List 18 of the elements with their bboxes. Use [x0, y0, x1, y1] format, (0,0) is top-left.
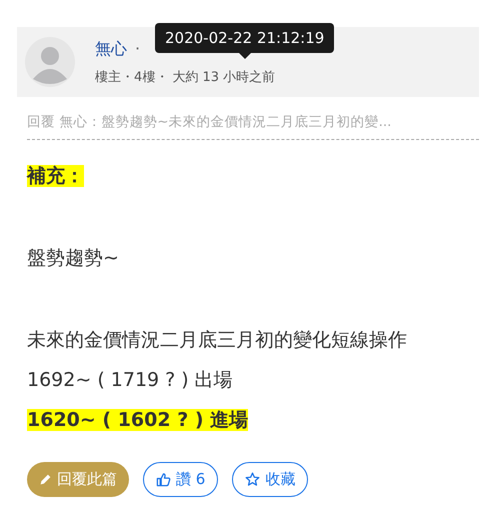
thumbs-up-icon [156, 472, 171, 487]
pencil-icon [39, 473, 52, 486]
timestamp-tooltip: 2020-02-22 21:12:19 [155, 23, 334, 53]
tooltip-pointer-icon [238, 53, 251, 59]
author-link[interactable]: 無心 [95, 38, 127, 60]
star-icon [245, 472, 260, 487]
post-meta: 樓主・4樓・ 大約 13 小時之前 [95, 68, 276, 86]
like-button[interactable]: 讚 6 [143, 462, 218, 497]
separator: · [135, 38, 140, 60]
post-text: 1620~ ( 1602 ? ) 進場 [27, 409, 248, 431]
save-button[interactable]: 收藏 [232, 462, 308, 497]
post-text: 盤勢趨勢~ [27, 247, 119, 269]
post-text: 未來的金價情況二月底三月初的變化短線操作 [27, 329, 407, 351]
avatar-icon [25, 37, 75, 87]
post-text: 1692~ ( 1719 ? ) 出場 [27, 369, 233, 391]
post-text: 補充： [27, 165, 84, 187]
reply-button[interactable]: 回覆此篇 [27, 462, 129, 497]
reply-quote: 回覆 無心：盤勢趨勢~未來的金價情況二月底三月初的變... [27, 113, 479, 140]
